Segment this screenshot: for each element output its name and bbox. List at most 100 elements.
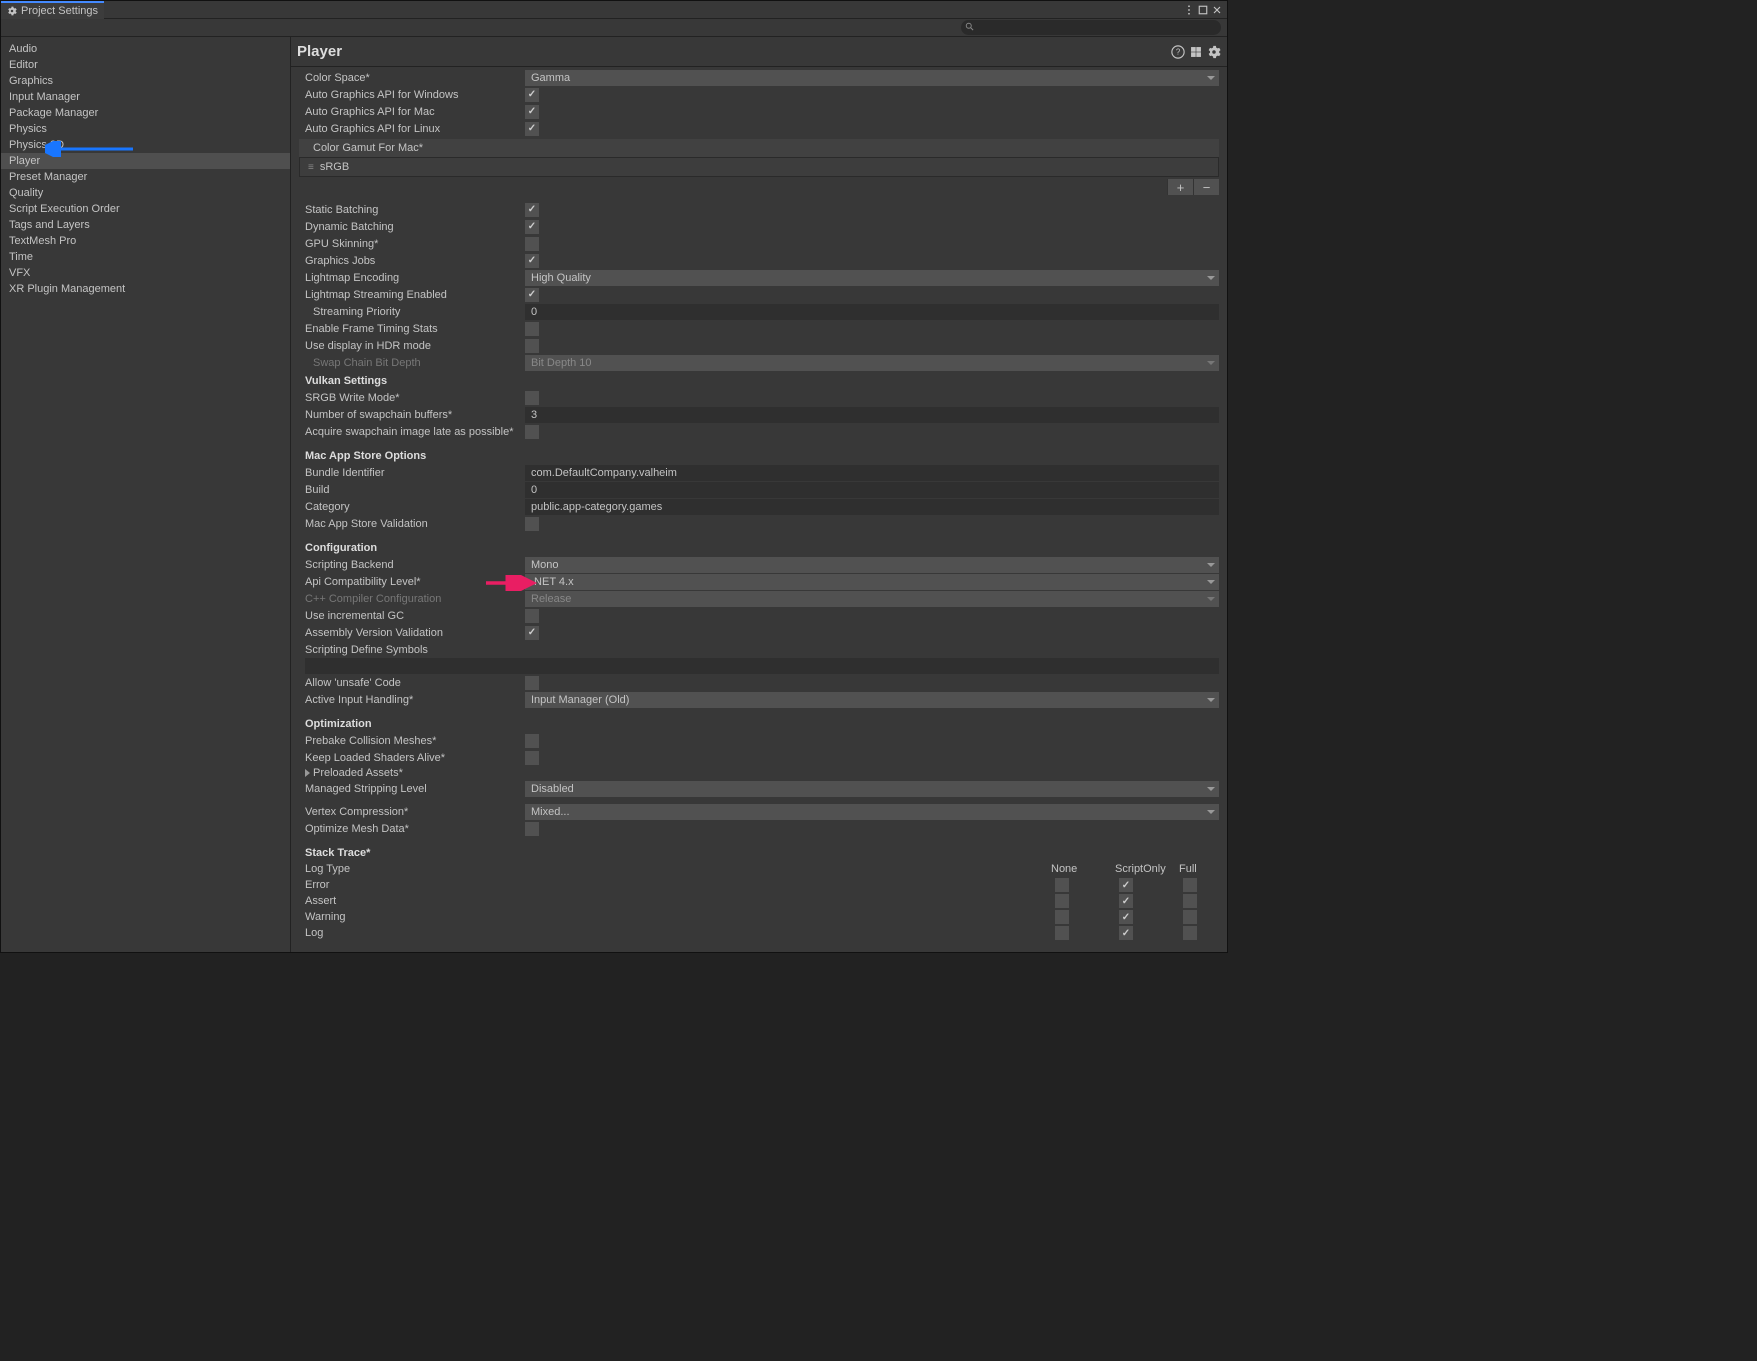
incremental-gc-checkbox[interactable]: [525, 609, 539, 623]
optimize-mesh-label: Optimize Mesh Data*: [305, 823, 525, 835]
sidebar-item-time[interactable]: Time: [1, 249, 290, 265]
mac-validation-label: Mac App Store Validation: [305, 518, 525, 530]
stack-none-checkbox[interactable]: [1055, 926, 1069, 940]
more-icon[interactable]: [1183, 4, 1195, 16]
settings-gear-icon[interactable]: [1207, 45, 1221, 59]
hdr-mode-checkbox[interactable]: [525, 339, 539, 353]
sidebar-item-editor[interactable]: Editor: [1, 57, 290, 73]
assembly-validation-label: Assembly Version Validation: [305, 627, 525, 639]
build-input[interactable]: [525, 482, 1219, 498]
swapchain-buffers-label: Number of swapchain buffers*: [305, 409, 525, 421]
foldout-triangle-icon: [305, 769, 310, 777]
optimize-mesh-checkbox[interactable]: [525, 822, 539, 836]
preloaded-assets-foldout[interactable]: Preloaded Assets*: [291, 766, 1227, 780]
preset-icon[interactable]: [1189, 45, 1203, 59]
list-remove-button[interactable]: −: [1193, 179, 1219, 195]
auto-gfx-win-checkbox[interactable]: [525, 88, 539, 102]
stack-scriptonly-checkbox[interactable]: [1119, 894, 1133, 908]
sidebar-item-vfx[interactable]: VFX: [1, 265, 290, 281]
stack-row-label: Log: [299, 927, 1051, 939]
list-add-button[interactable]: +: [1167, 179, 1193, 195]
keep-shaders-label: Keep Loaded Shaders Alive*: [305, 752, 525, 764]
frame-timing-label: Enable Frame Timing Stats: [305, 323, 525, 335]
unsafe-code-checkbox[interactable]: [525, 676, 539, 690]
maximize-icon[interactable]: [1197, 4, 1209, 16]
stack-none-checkbox[interactable]: [1055, 894, 1069, 908]
chevron-down-icon: [1207, 578, 1215, 586]
chevron-down-icon: [1207, 561, 1215, 569]
sidebar-item-script-execution-order[interactable]: Script Execution Order: [1, 201, 290, 217]
stack-full-checkbox[interactable]: [1183, 910, 1197, 924]
sidebar-item-graphics[interactable]: Graphics: [1, 73, 290, 89]
gpu-skinning-label: GPU Skinning*: [305, 238, 525, 250]
streaming-priority-input[interactable]: [525, 304, 1219, 320]
chevron-down-icon: [1207, 274, 1215, 282]
mac-validation-checkbox[interactable]: [525, 517, 539, 531]
close-icon[interactable]: [1211, 4, 1223, 16]
search-input[interactable]: [961, 20, 1221, 35]
tab-title: Project Settings: [21, 5, 98, 17]
cpp-compiler-dropdown: Release: [525, 591, 1219, 607]
vertex-compression-dropdown[interactable]: Mixed...: [525, 804, 1219, 820]
color-space-dropdown[interactable]: Gamma: [525, 70, 1219, 86]
mac-app-store-header: Mac App Store Options: [291, 446, 1227, 464]
lightmap-encoding-dropdown[interactable]: High Quality: [525, 270, 1219, 286]
lightmap-streaming-checkbox[interactable]: [525, 288, 539, 302]
keep-shaders-checkbox[interactable]: [525, 751, 539, 765]
sidebar-item-textmesh-pro[interactable]: TextMesh Pro: [1, 233, 290, 249]
list-item[interactable]: ≡sRGB: [300, 158, 1218, 176]
auto-gfx-linux-checkbox[interactable]: [525, 122, 539, 136]
category-input[interactable]: [525, 499, 1219, 515]
assembly-validation-checkbox[interactable]: [525, 626, 539, 640]
sidebar-item-xr-plugin-management[interactable]: XR Plugin Management: [1, 281, 290, 297]
sidebar-item-preset-manager[interactable]: Preset Manager: [1, 169, 290, 185]
sidebar-item-tags-and-layers[interactable]: Tags and Layers: [1, 217, 290, 233]
prebake-collision-checkbox[interactable]: [525, 734, 539, 748]
srgb-write-checkbox[interactable]: [525, 391, 539, 405]
sidebar-item-physics-2d[interactable]: Physics 2D: [1, 137, 290, 153]
help-icon[interactable]: ?: [1171, 45, 1185, 59]
stack-full-checkbox[interactable]: [1183, 894, 1197, 908]
auto-gfx-mac-checkbox[interactable]: [525, 105, 539, 119]
auto-gfx-mac-label: Auto Graphics API for Mac: [305, 106, 525, 118]
bundle-id-input[interactable]: [525, 465, 1219, 481]
tab-project-settings[interactable]: Project Settings: [1, 1, 104, 19]
dynamic-batching-label: Dynamic Batching: [305, 221, 525, 233]
scripting-backend-label: Scripting Backend: [305, 559, 525, 571]
stripping-level-dropdown[interactable]: Disabled: [525, 781, 1219, 797]
static-batching-checkbox[interactable]: [525, 203, 539, 217]
cpp-compiler-label: C++ Compiler Configuration: [305, 593, 525, 605]
gear-icon: [7, 6, 17, 16]
sidebar-item-physics[interactable]: Physics: [1, 121, 290, 137]
acquire-late-checkbox[interactable]: [525, 425, 539, 439]
sidebar-item-audio[interactable]: Audio: [1, 41, 290, 57]
scripting-backend-dropdown[interactable]: Mono: [525, 557, 1219, 573]
stack-scriptonly-checkbox[interactable]: [1119, 926, 1133, 940]
stack-full-checkbox[interactable]: [1183, 926, 1197, 940]
stack-row-label: Error: [299, 879, 1051, 891]
settings-sidebar: AudioEditorGraphicsInput ManagerPackage …: [1, 37, 291, 952]
sidebar-item-package-manager[interactable]: Package Manager: [1, 105, 290, 121]
input-handling-dropdown[interactable]: Input Manager (Old): [525, 692, 1219, 708]
drag-handle-icon: ≡: [308, 162, 314, 173]
gpu-skinning-checkbox[interactable]: [525, 237, 539, 251]
define-symbols-input[interactable]: [305, 658, 1219, 674]
api-compat-dropdown[interactable]: .NET 4.x: [525, 574, 1219, 590]
stack-none-checkbox[interactable]: [1055, 910, 1069, 924]
dynamic-batching-checkbox[interactable]: [525, 220, 539, 234]
sidebar-item-quality[interactable]: Quality: [1, 185, 290, 201]
graphics-jobs-checkbox[interactable]: [525, 254, 539, 268]
bundle-id-label: Bundle Identifier: [305, 467, 525, 479]
sidebar-item-input-manager[interactable]: Input Manager: [1, 89, 290, 105]
sidebar-item-player[interactable]: Player: [1, 153, 290, 169]
frame-timing-checkbox[interactable]: [525, 322, 539, 336]
stack-full-checkbox[interactable]: [1183, 878, 1197, 892]
stack-scriptonly-checkbox[interactable]: [1119, 878, 1133, 892]
stack-none-checkbox[interactable]: [1055, 878, 1069, 892]
incremental-gc-label: Use incremental GC: [305, 610, 525, 622]
chevron-down-icon: [1207, 808, 1215, 816]
swapchain-buffers-input[interactable]: [525, 407, 1219, 423]
svg-text:?: ?: [1176, 47, 1181, 56]
content-scroll[interactable]: Color Space* Gamma Auto Graphics API for…: [291, 67, 1227, 952]
stack-scriptonly-checkbox[interactable]: [1119, 910, 1133, 924]
